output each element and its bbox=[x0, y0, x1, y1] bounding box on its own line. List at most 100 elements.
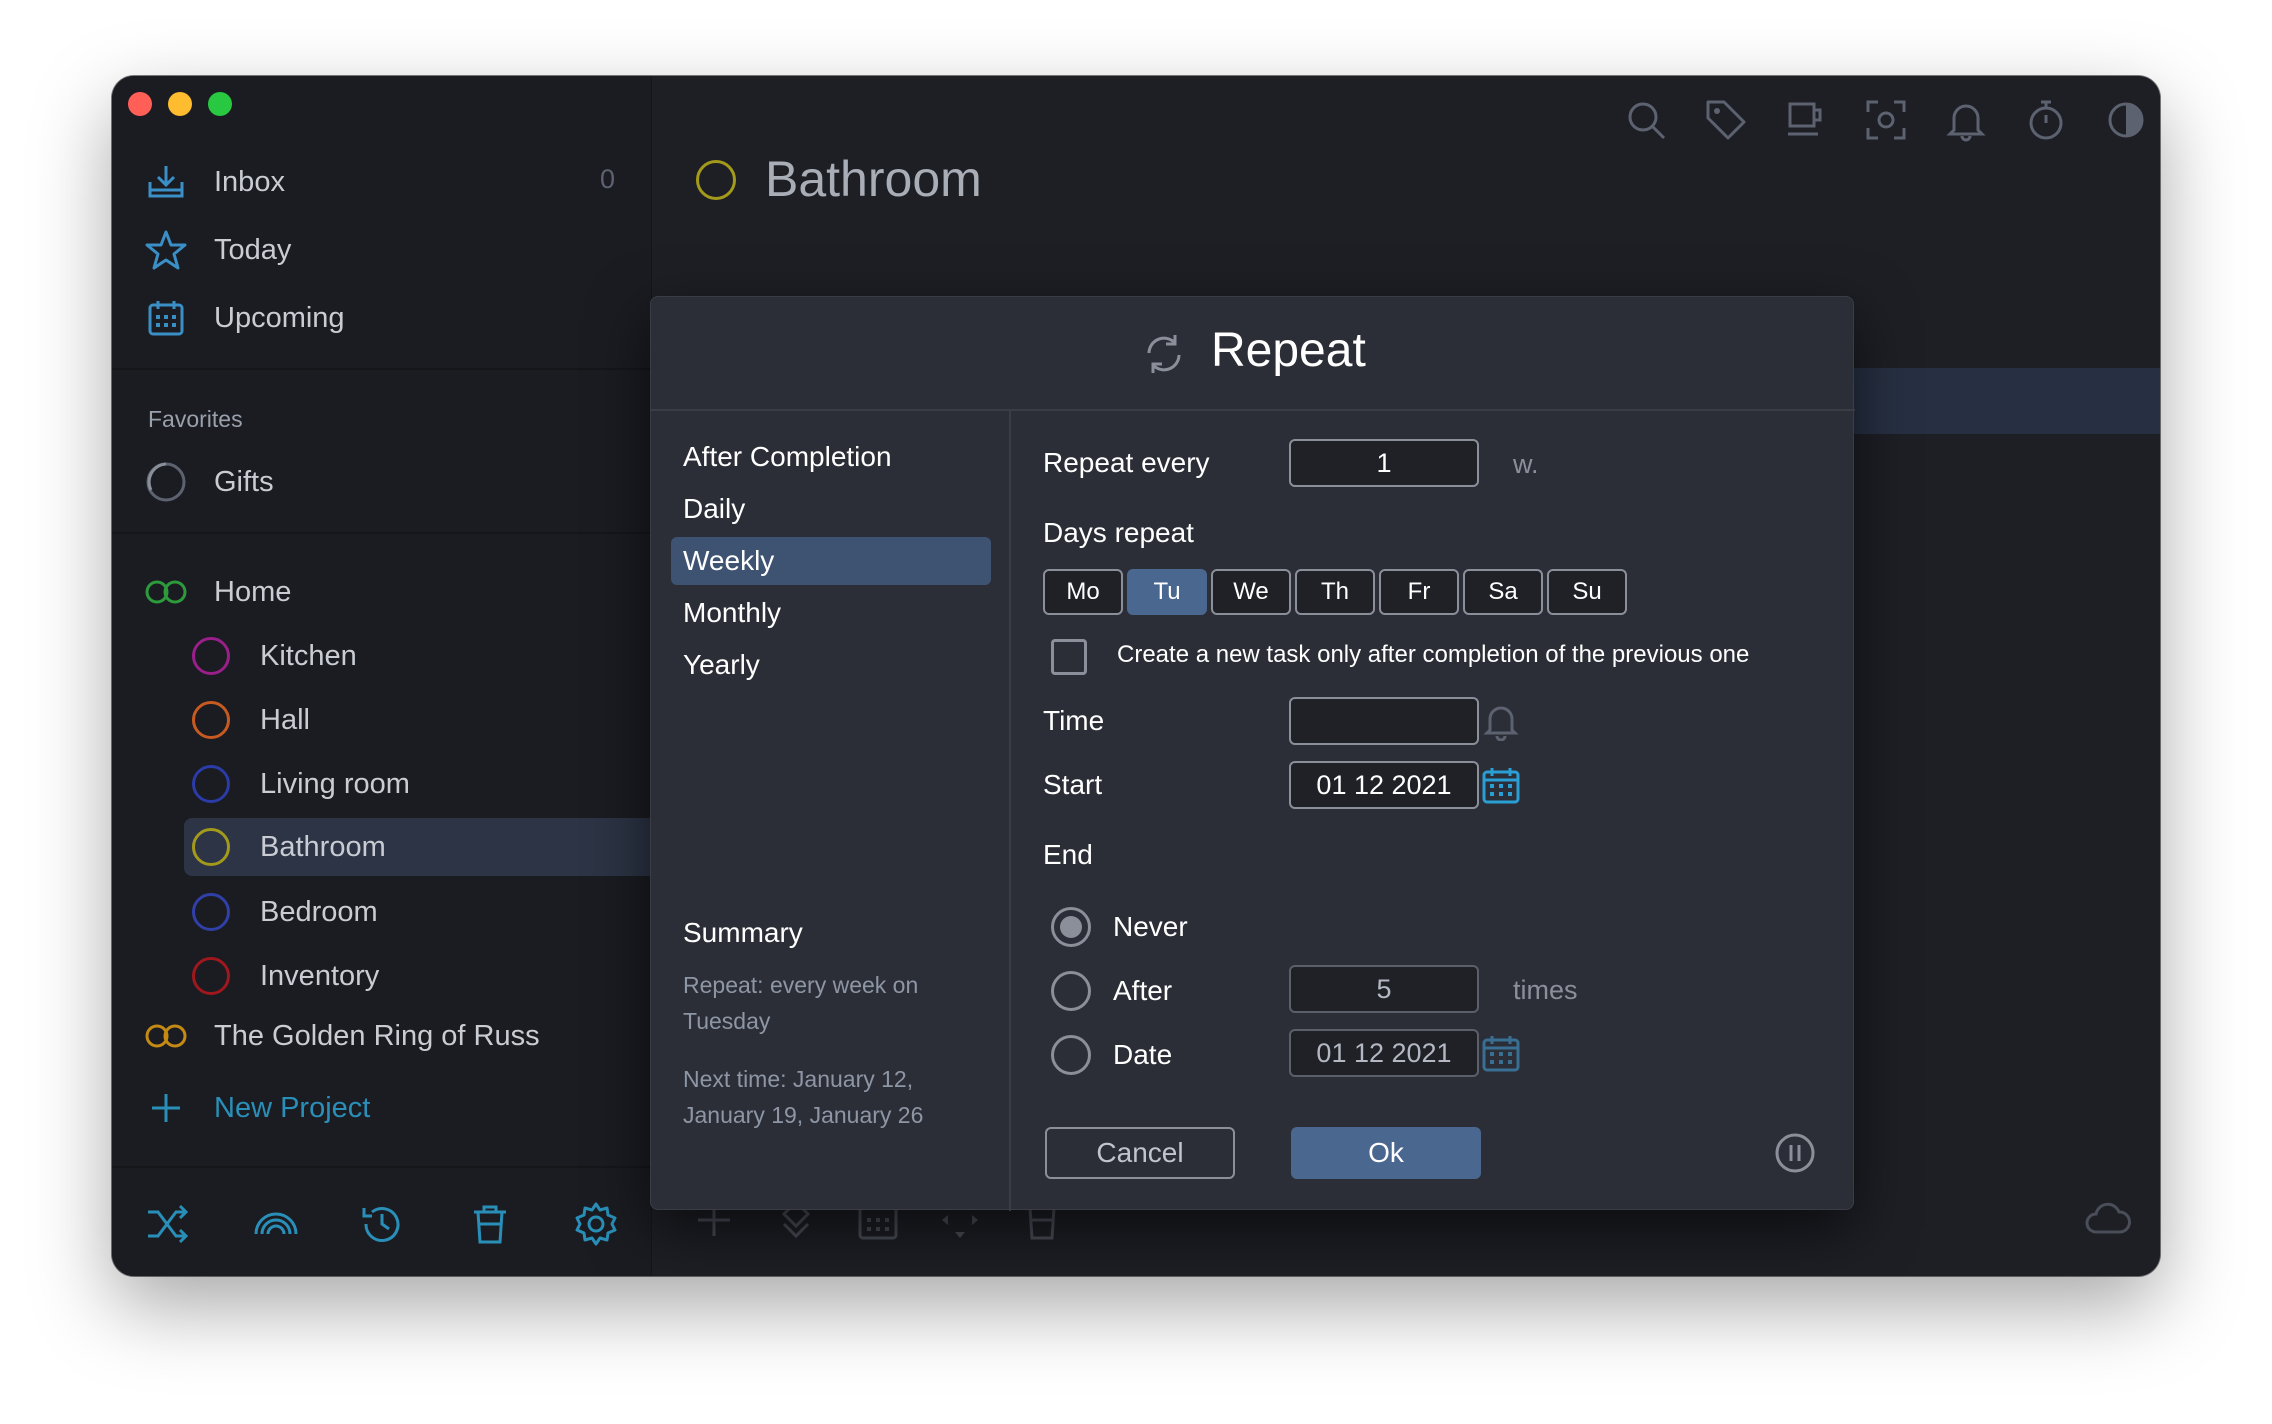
contrast-icon[interactable] bbox=[2104, 98, 2148, 142]
end-never-radio[interactable] bbox=[1051, 907, 1091, 947]
tag-icon[interactable] bbox=[1704, 98, 1748, 142]
start-date-input[interactable]: 01 12 2021 bbox=[1289, 761, 1479, 809]
sidebar-item-label: Home bbox=[214, 575, 292, 608]
double-ring-icon bbox=[144, 570, 188, 614]
history-icon[interactable] bbox=[358, 1200, 406, 1248]
cancel-button[interactable]: Cancel bbox=[1045, 1127, 1235, 1179]
time-label: Time bbox=[1043, 705, 1105, 736]
project-hall[interactable]: Hall bbox=[192, 694, 310, 746]
summary-heading: Summary bbox=[683, 917, 803, 948]
option-yearly[interactable]: Yearly bbox=[671, 641, 991, 689]
focus-icon[interactable] bbox=[1864, 98, 1908, 142]
option-weekly[interactable]: Weekly bbox=[671, 537, 991, 585]
sidebar-item-label: Today bbox=[214, 233, 292, 266]
sidebar-item-upcoming[interactable]: Upcoming bbox=[144, 294, 345, 342]
summary-repeat-text: Repeat: every week on Tuesday bbox=[683, 972, 919, 1034]
project-ring-icon bbox=[192, 957, 230, 995]
project-label: Kitchen bbox=[260, 639, 357, 672]
pause-icon[interactable] bbox=[1773, 1131, 1817, 1175]
project-kitchen[interactable]: Kitchen bbox=[192, 630, 357, 682]
project-ring-icon bbox=[192, 893, 230, 931]
favorites-heading: Favorites bbox=[148, 406, 243, 432]
ok-button[interactable]: Ok bbox=[1291, 1127, 1481, 1179]
minimize-window-button[interactable] bbox=[168, 92, 192, 116]
days-repeat-label: Days repeat bbox=[1043, 517, 1194, 548]
calendar-picker-icon[interactable] bbox=[1481, 765, 1521, 805]
repeat-dialog: Repeat After Completion Daily Weekly Mon… bbox=[650, 296, 1855, 1211]
project-inventory[interactable]: Inventory bbox=[192, 950, 379, 1002]
rainbow-icon[interactable] bbox=[252, 1200, 300, 1248]
inbox-count: 0 bbox=[599, 164, 615, 194]
shuffle-icon[interactable] bbox=[144, 1200, 192, 1248]
sidebar-item-label: Gifts bbox=[214, 465, 274, 498]
close-window-button[interactable] bbox=[128, 92, 152, 116]
sidebar-item-today[interactable]: Today bbox=[144, 226, 291, 274]
end-date-label: Date bbox=[1113, 1039, 1173, 1070]
summary-next-time: Next time: January 12, January 19, Janua… bbox=[683, 1066, 924, 1128]
inbox-icon bbox=[144, 160, 188, 204]
search-icon[interactable] bbox=[1624, 98, 1668, 142]
project-label: Bedroom bbox=[260, 895, 378, 928]
repeat-every-input[interactable]: 1 bbox=[1289, 439, 1479, 487]
day-thursday-button[interactable]: Th bbox=[1295, 569, 1375, 615]
checkbox-label: Create a new task only after completion … bbox=[1117, 641, 1750, 668]
repeat-options-panel: After Completion Daily Weekly Monthly Ye… bbox=[651, 411, 1011, 1211]
star-icon bbox=[144, 228, 188, 272]
project-ring-icon bbox=[696, 160, 736, 200]
sidebar-item-golden-ring[interactable]: The Golden Ring of Russ bbox=[144, 1012, 540, 1060]
cloud-icon[interactable] bbox=[2084, 1198, 2132, 1246]
day-wednesday-button[interactable]: We bbox=[1211, 569, 1291, 615]
double-ring-icon bbox=[144, 1014, 188, 1058]
repeat-icon bbox=[1139, 329, 1189, 379]
times-label: times bbox=[1513, 975, 1578, 1005]
sidebar-item-gifts[interactable]: Gifts bbox=[144, 458, 274, 506]
repeat-unit: w. bbox=[1513, 449, 1539, 479]
page-title: Bathroom bbox=[765, 151, 982, 207]
project-label: Hall bbox=[260, 703, 310, 736]
sidebar-item-label: Inbox bbox=[214, 165, 285, 198]
day-saturday-button[interactable]: Sa bbox=[1463, 569, 1543, 615]
repeat-every-label: Repeat every bbox=[1043, 447, 1210, 478]
dialog-title: Repeat bbox=[1211, 324, 1366, 377]
plus-icon bbox=[144, 1086, 188, 1130]
day-monday-button[interactable]: Mo bbox=[1043, 569, 1123, 615]
end-after-radio[interactable] bbox=[1051, 971, 1091, 1011]
project-living-room[interactable]: Living room bbox=[192, 758, 410, 810]
zoom-window-button[interactable] bbox=[208, 92, 232, 116]
sidebar-item-inbox[interactable]: Inbox bbox=[144, 158, 285, 206]
new-project-button[interactable]: New Project bbox=[144, 1084, 370, 1132]
sidebar-item-home[interactable]: Home bbox=[144, 568, 291, 616]
option-after-completion[interactable]: After Completion bbox=[671, 433, 991, 481]
project-label: Inventory bbox=[260, 959, 380, 992]
option-daily[interactable]: Daily bbox=[671, 485, 991, 533]
day-sunday-button[interactable]: Su bbox=[1547, 569, 1627, 615]
start-label: Start bbox=[1043, 769, 1103, 800]
bell-icon[interactable] bbox=[1944, 98, 1988, 142]
sidebar-item-label: Upcoming bbox=[214, 301, 345, 334]
project-bedroom[interactable]: Bedroom bbox=[192, 886, 378, 938]
end-never-label: Never bbox=[1113, 911, 1188, 942]
end-date-input[interactable]: 01 12 2021 bbox=[1289, 1029, 1479, 1077]
day-tuesday-button[interactable]: Tu bbox=[1127, 569, 1207, 615]
divider bbox=[112, 368, 652, 370]
divider bbox=[112, 532, 652, 534]
end-after-count-input[interactable]: 5 bbox=[1289, 965, 1479, 1013]
end-date-radio[interactable] bbox=[1051, 1035, 1091, 1075]
trash-icon[interactable] bbox=[466, 1200, 514, 1248]
project-bathroom[interactable]: Bathroom bbox=[184, 818, 652, 876]
cup-icon[interactable] bbox=[1784, 98, 1828, 142]
new-project-label: New Project bbox=[214, 1091, 371, 1124]
after-completion-checkbox[interactable] bbox=[1051, 639, 1087, 675]
time-input[interactable] bbox=[1289, 697, 1479, 745]
day-friday-button[interactable]: Fr bbox=[1379, 569, 1459, 615]
calendar-picker-icon[interactable] bbox=[1481, 1033, 1521, 1073]
end-after-label: After bbox=[1113, 975, 1173, 1006]
gear-icon[interactable] bbox=[572, 1200, 620, 1248]
project-label: Living room bbox=[260, 767, 410, 800]
timer-icon[interactable] bbox=[2024, 98, 2068, 142]
sidebar: Inbox 0 Today Upcoming Favorites Gifts H… bbox=[112, 76, 652, 1276]
option-monthly[interactable]: Monthly bbox=[671, 589, 991, 637]
bell-icon[interactable] bbox=[1481, 701, 1521, 742]
app-window: Inbox 0 Today Upcoming Favorites Gifts H… bbox=[112, 76, 2160, 1276]
project-ring-icon bbox=[192, 701, 230, 739]
